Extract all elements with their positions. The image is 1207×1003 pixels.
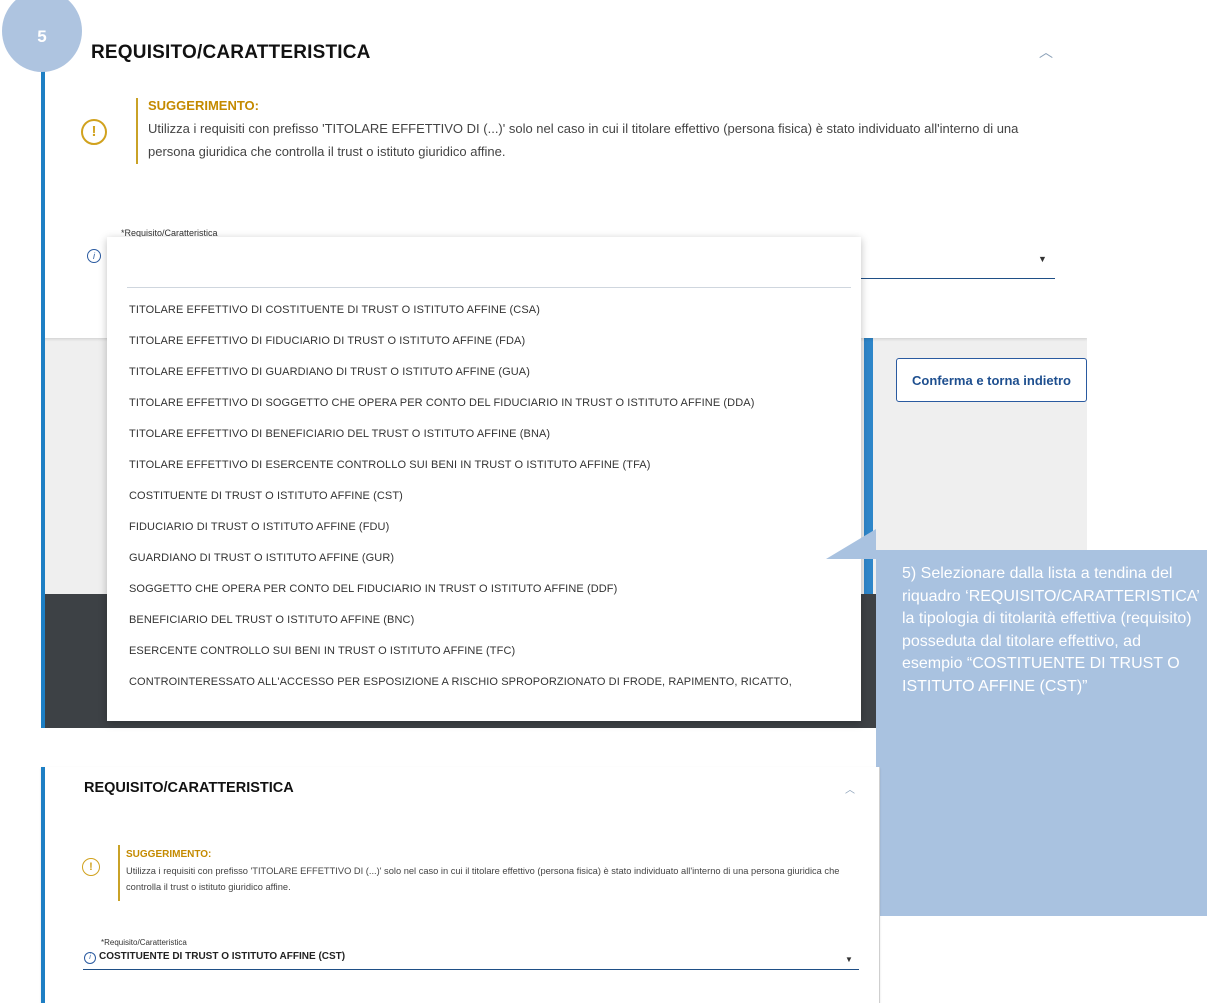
dropdown-option[interactable]: FIDUCIARIO DI TRUST O ISTITUTO AFFINE (F… xyxy=(107,512,861,543)
dropdown-option[interactable]: TITOLARE EFFETTIVO DI FIDUCIARIO DI TRUS… xyxy=(107,326,861,357)
hint-accent-bar xyxy=(118,845,120,901)
left-accent-bar xyxy=(41,767,45,1003)
callout-pointer-up xyxy=(826,529,876,559)
card-title: REQUISITO/CARATTERISTICA xyxy=(84,780,294,796)
bottom-screenshot: REQUISITO/CARATTERISTICA ︿ ! SUGGERIMENT… xyxy=(41,767,880,1003)
dropdown-option[interactable]: SOGGETTO CHE OPERA PER CONTO DEL FIDUCIA… xyxy=(107,574,861,605)
requisito-dropdown[interactable]: TITOLARE EFFETTIVO DI COSTITUENTE DI TRU… xyxy=(107,237,861,721)
hint-text: Utilizza i requisiti con prefisso 'TITOL… xyxy=(148,121,1019,159)
hint-title: SUGGERIMENTO: xyxy=(148,98,259,113)
hint-text: Utilizza i requisiti con prefisso 'TITOL… xyxy=(126,866,840,892)
confirm-back-button[interactable]: Conferma e torna indietro xyxy=(896,358,1087,402)
field-label: *Requisito/Caratteristica xyxy=(101,938,187,947)
dropdown-option[interactable]: COSTITUENTE DI TRUST O ISTITUTO AFFINE (… xyxy=(107,481,861,512)
info-icon[interactable]: i xyxy=(84,952,96,964)
hint-accent-bar xyxy=(136,98,138,164)
card-title: REQUISITO/CARATTERISTICA xyxy=(91,42,371,63)
dropdown-option[interactable]: TITOLARE EFFETTIVO DI COSTITUENTE DI TRU… xyxy=(107,295,861,326)
warning-icon: ! xyxy=(82,858,100,876)
dropdown-option[interactable]: TITOLARE EFFETTIVO DI BENEFICIARIO DEL T… xyxy=(107,419,861,450)
left-accent-bar xyxy=(41,28,45,728)
dropdown-option[interactable]: CONTROINTERESSATO ALL'ACCESSO PER ESPOSI… xyxy=(107,667,861,698)
select-field-underline[interactable] xyxy=(83,969,859,970)
dropdown-option[interactable]: TITOLARE EFFETTIVO DI ESERCENTE CONTROLL… xyxy=(107,450,861,481)
info-icon[interactable]: i xyxy=(87,249,101,263)
instruction-callout: 5) Selezionare dalla lista a tendina del… xyxy=(876,550,1207,916)
step-number: 5 xyxy=(37,27,47,46)
dropdown-option[interactable]: TITOLARE EFFETTIVO DI SOGGETTO CHE OPERA… xyxy=(107,388,861,419)
callout-text: 5) Selezionare dalla lista a tendina del… xyxy=(902,565,1200,695)
dropdown-option[interactable]: ESERCENTE CONTROLLO SUI BENI IN TRUST O … xyxy=(107,636,861,667)
dropdown-options: TITOLARE EFFETTIVO DI COSTITUENTE DI TRU… xyxy=(107,295,861,698)
caret-down-icon[interactable]: ▼ xyxy=(1038,254,1047,264)
hint-title: SUGGERIMENTO: xyxy=(126,849,212,860)
dropdown-option[interactable]: TITOLARE EFFETTIVO DI GUARDIANO DI TRUST… xyxy=(107,357,861,388)
dropdown-search-input[interactable] xyxy=(127,287,851,288)
warning-icon: ! xyxy=(81,119,107,145)
caret-down-icon[interactable]: ▼ xyxy=(845,955,853,964)
dropdown-option[interactable]: GUARDIANO DI TRUST O ISTITUTO AFFINE (GU… xyxy=(107,543,861,574)
chevron-up-icon[interactable]: ︿ xyxy=(845,781,855,796)
dropdown-option[interactable]: BENEFICIARIO DEL TRUST O ISTITUTO AFFINE… xyxy=(107,605,861,636)
chevron-up-icon[interactable]: ︿ xyxy=(1039,42,1053,62)
selected-value[interactable]: COSTITUENTE DI TRUST O ISTITUTO AFFINE (… xyxy=(99,951,345,962)
